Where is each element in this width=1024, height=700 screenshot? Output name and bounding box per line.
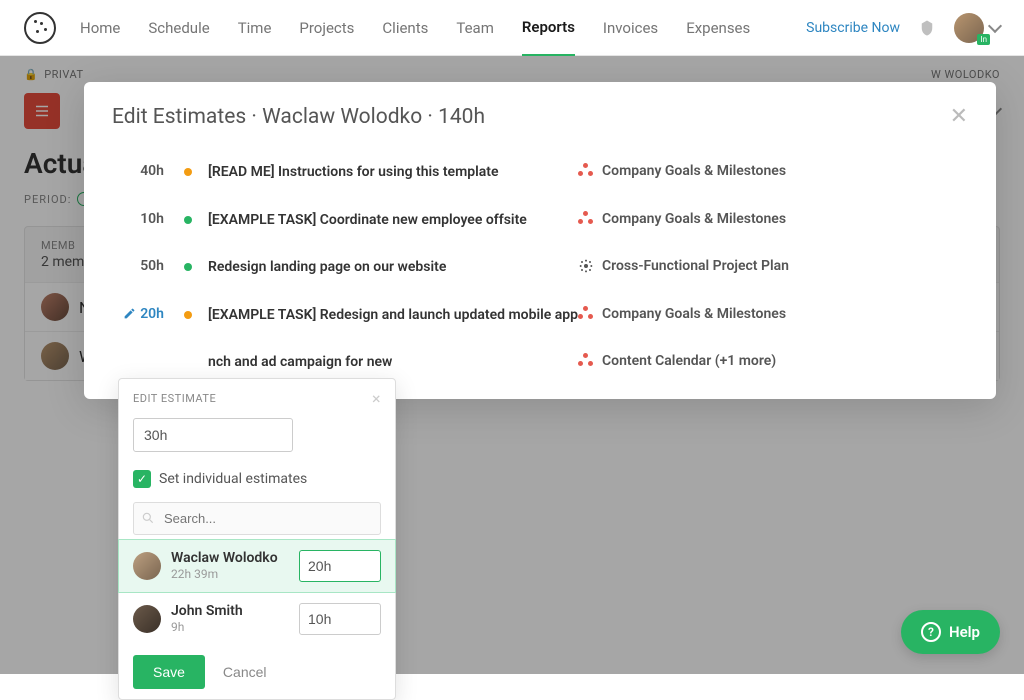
app-logo-icon[interactable] [24, 12, 56, 44]
estimate-hours[interactable]: 10h [112, 211, 164, 227]
project-name: Company Goals & Milestones [602, 163, 786, 179]
task-name: [EXAMPLE TASK] Redesign and launch updat… [208, 306, 578, 326]
user-status-badge: In [977, 34, 990, 45]
edit-estimates-modal: Edit Estimates · Waclaw Wolodko · 140h ✕… [84, 82, 996, 399]
avatar [133, 605, 161, 633]
estimate-row[interactable]: 40h [READ ME] Instructions for using this… [112, 149, 968, 197]
nav-link-invoices[interactable]: Invoices [603, 1, 658, 55]
search-icon [141, 510, 155, 524]
estimate-row[interactable]: 50h Redesign landing page on our website C… [112, 244, 968, 292]
help-icon: ? [921, 622, 941, 642]
task-name: [EXAMPLE TASK] Coordinate new employee o… [208, 211, 578, 231]
user-menu[interactable]: In [954, 13, 1000, 43]
status-dot-icon [184, 311, 192, 319]
subscribe-link[interactable]: Subscribe Now [806, 20, 900, 36]
pencil-icon [123, 307, 136, 320]
modal-title: Edit Estimates · Waclaw Wolodko · 140h [112, 105, 485, 129]
member-estimate-row[interactable]: Waclaw Wolodko22h 39m [118, 539, 396, 593]
task-name: nch and ad campaign for new [208, 353, 578, 373]
goals-icon [578, 211, 594, 227]
member-estimate-row[interactable]: John Smith9h [119, 593, 395, 645]
nav-link-projects[interactable]: Projects [299, 1, 354, 55]
cancel-button[interactable]: Cancel [223, 664, 267, 680]
help-button[interactable]: ? Help [901, 610, 1000, 654]
status-dot-icon [184, 168, 192, 176]
member-name: Waclaw Wolodko [171, 550, 289, 567]
goals-icon [578, 306, 594, 322]
estimate-hours[interactable]: 40h [112, 163, 164, 179]
project-name: Company Goals & Milestones [602, 211, 786, 227]
project-name: Company Goals & Milestones [602, 306, 786, 322]
member-estimate-input[interactable] [299, 550, 381, 582]
estimate-hours[interactable]: 50h [112, 258, 164, 274]
avatar [133, 552, 161, 580]
nav-links: Home Schedule Time Projects Clients Team Repor… [80, 0, 806, 56]
top-nav: Home Schedule Time Projects Clients Team Repor… [0, 0, 1024, 56]
task-name: [READ ME] Instructions for using this te… [208, 163, 578, 183]
nav-link-team[interactable]: Team [456, 1, 494, 55]
estimates-list: 40h [READ ME] Instructions for using this… [84, 139, 996, 387]
member-hours-logged: 22h 39m [171, 567, 289, 581]
checkbox-icon: ✓ [133, 470, 151, 488]
popover-title: EDIT ESTIMATE [133, 392, 216, 405]
save-button[interactable]: Save [133, 655, 205, 689]
project-name: Cross-Functional Project Plan [602, 258, 789, 274]
project-label[interactable]: Company Goals & Milestones [578, 306, 786, 322]
edit-estimate-popover: EDIT ESTIMATE × ✓ Set individual estimat… [118, 378, 396, 700]
member-estimate-input[interactable] [299, 603, 381, 635]
individual-estimates-toggle[interactable]: ✓ Set individual estimates [119, 460, 395, 498]
nav-link-time[interactable]: Time [238, 1, 272, 55]
goals-icon [578, 163, 594, 179]
project-label[interactable]: Company Goals & Milestones [578, 163, 786, 179]
checkbox-label: Set individual estimates [159, 471, 307, 487]
estimate-hours[interactable]: 20h [112, 306, 164, 322]
status-dot-icon [184, 216, 192, 224]
estimate-total-input[interactable] [133, 418, 293, 452]
member-name: John Smith [171, 603, 289, 620]
goals-icon [578, 353, 594, 369]
close-icon[interactable]: × [372, 389, 381, 408]
nav-link-clients[interactable]: Clients [382, 1, 428, 55]
task-name: Redesign landing page on our website [208, 258, 578, 278]
member-hours-logged: 9h [171, 620, 289, 634]
status-dot-icon [184, 263, 192, 271]
nav-link-home[interactable]: Home [80, 1, 120, 55]
project-label[interactable]: Cross-Functional Project Plan [578, 258, 789, 274]
nav-link-reports[interactable]: Reports [522, 0, 575, 57]
chevron-down-icon [988, 18, 1002, 32]
notifications-icon[interactable] [918, 19, 936, 37]
project-plan-icon [578, 258, 594, 274]
project-label[interactable]: Company Goals & Milestones [578, 211, 786, 227]
project-name: Content Calendar (+1 more) [602, 353, 776, 369]
nav-link-schedule[interactable]: Schedule [148, 1, 209, 55]
member-search-input[interactable] [133, 502, 381, 535]
estimate-row[interactable]: 10h [EXAMPLE TASK] Coordinate new employe… [112, 197, 968, 245]
nav-link-expenses[interactable]: Expenses [686, 1, 750, 55]
close-icon[interactable]: ✕ [950, 104, 968, 129]
help-label: Help [949, 623, 980, 641]
project-label[interactable]: Content Calendar (+1 more) [578, 353, 776, 369]
estimate-row[interactable]: 20h [EXAMPLE TASK] Redesign and launch up… [112, 292, 968, 340]
